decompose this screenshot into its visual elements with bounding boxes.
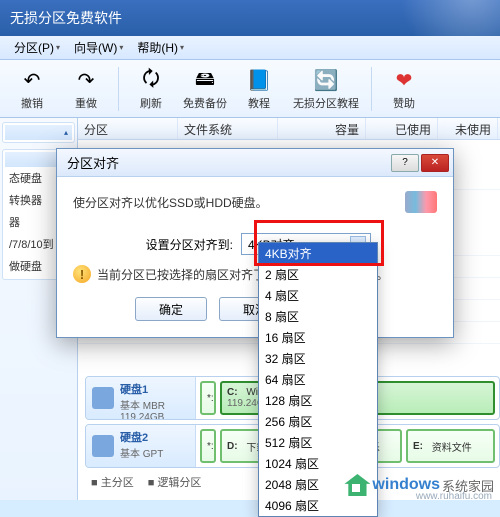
redo-icon: ↷ <box>60 67 112 95</box>
dropdown-option[interactable]: 32 扇区 <box>259 348 377 369</box>
partition-block[interactable]: *: <box>200 381 216 415</box>
dropdown-option[interactable]: 16 扇区 <box>259 327 377 348</box>
toolbar-separator <box>371 67 372 111</box>
col-capacity[interactable]: 容量 <box>278 118 366 139</box>
dropdown-option[interactable]: 8 扇区 <box>259 306 377 327</box>
dropdown-option[interactable]: 1024 扇区 <box>259 453 377 474</box>
toolbar-lossless-tutorial[interactable]: 🔄无损分区教程 <box>287 63 365 115</box>
warning-icon: ! <box>73 265 91 283</box>
ok-button[interactable]: 确定 <box>135 297 207 321</box>
menu-help[interactable]: 帮助(H)▾ <box>131 37 190 58</box>
dropdown-option-selected[interactable]: 4KB对齐 <box>259 243 377 264</box>
undo-icon: ↶ <box>6 67 58 95</box>
col-partition[interactable]: 分区 <box>78 118 178 139</box>
col-used[interactable]: 已使用 <box>366 118 438 139</box>
toolbar-tutorial[interactable]: 📘教程 <box>233 63 285 115</box>
col-filesystem[interactable]: 文件系统 <box>178 118 278 139</box>
align-dialog: 分区对齐 ? ✕ 使分区对齐以优化SSD或HDD硬盘。 设置分区对齐到: 4KB… <box>56 148 454 338</box>
ssd-icon <box>405 191 437 213</box>
disk-header: 硬盘1 基本 MBR 119.24GB <box>86 377 196 419</box>
lossless-icon: 🔄 <box>287 67 365 95</box>
window-titlebar: 无损分区免费软件 <box>0 0 500 36</box>
dropdown-option[interactable]: 2 扇区 <box>259 264 377 285</box>
toolbar: ↶撤销 ↷重做 🗘刷新 🖴免费备份 📘教程 🔄无损分区教程 ❤赞助 <box>0 60 500 118</box>
sidebar-wizard-header[interactable]: ▴ <box>5 125 72 140</box>
dialog-close-button[interactable]: ✕ <box>421 154 449 172</box>
toolbar-undo[interactable]: ↶撤销 <box>6 63 58 115</box>
refresh-icon: 🗘 <box>125 67 177 95</box>
titlebar-decoration <box>360 0 500 36</box>
dropdown-option[interactable]: 128 扇区 <box>259 390 377 411</box>
menu-partition[interactable]: 分区(P)▾ <box>8 37 66 58</box>
toolbar-redo[interactable]: ↷重做 <box>60 63 112 115</box>
toolbar-donate[interactable]: ❤赞助 <box>378 63 430 115</box>
tutorial-icon: 📘 <box>233 67 285 95</box>
partition-block[interactable]: E: 资料文件 <box>406 429 495 463</box>
dialog-title: 分区对齐 <box>67 153 119 172</box>
disk-icon <box>92 435 114 457</box>
house-icon <box>344 474 370 496</box>
menu-wizard[interactable]: 向导(W)▾ <box>68 37 129 58</box>
chevron-up-icon: ▴ <box>64 128 68 137</box>
dialog-intro: 使分区对齐以优化SSD或HDD硬盘。 <box>73 194 268 211</box>
dialog-help-button[interactable]: ? <box>391 154 419 172</box>
backup-icon: 🖴 <box>179 67 231 95</box>
window-title: 无损分区免费软件 <box>10 8 122 28</box>
grid-header: 分区 文件系统 容量 已使用 未使用 <box>78 118 500 140</box>
sidebar-wizard-card: ▴ <box>2 122 75 143</box>
dropdown-option[interactable]: 256 扇区 <box>259 411 377 432</box>
dialog-titlebar[interactable]: 分区对齐 ? ✕ <box>57 149 453 177</box>
toolbar-backup[interactable]: 🖴免费备份 <box>179 63 231 115</box>
disk-icon <box>92 387 114 409</box>
toolbar-separator <box>118 67 119 111</box>
col-unused[interactable]: 未使用 <box>438 118 498 139</box>
dropdown-option[interactable]: 4096 扇区 <box>259 495 377 516</box>
dropdown-option[interactable]: 4 扇区 <box>259 285 377 306</box>
dropdown-option[interactable]: 64 扇区 <box>259 369 377 390</box>
disk-header: 硬盘2 基本 GPT <box>86 425 196 467</box>
toolbar-refresh[interactable]: 🗘刷新 <box>125 63 177 115</box>
heart-icon: ❤ <box>378 67 430 95</box>
partition-block[interactable]: *: <box>200 429 216 463</box>
menu-bar: 分区(P)▾ 向导(W)▾ 帮助(H)▾ <box>0 36 500 60</box>
align-label: 设置分区对齐到: <box>73 236 233 253</box>
dropdown-option[interactable]: 512 扇区 <box>259 432 377 453</box>
watermark: windows系统家园 <box>344 474 494 496</box>
